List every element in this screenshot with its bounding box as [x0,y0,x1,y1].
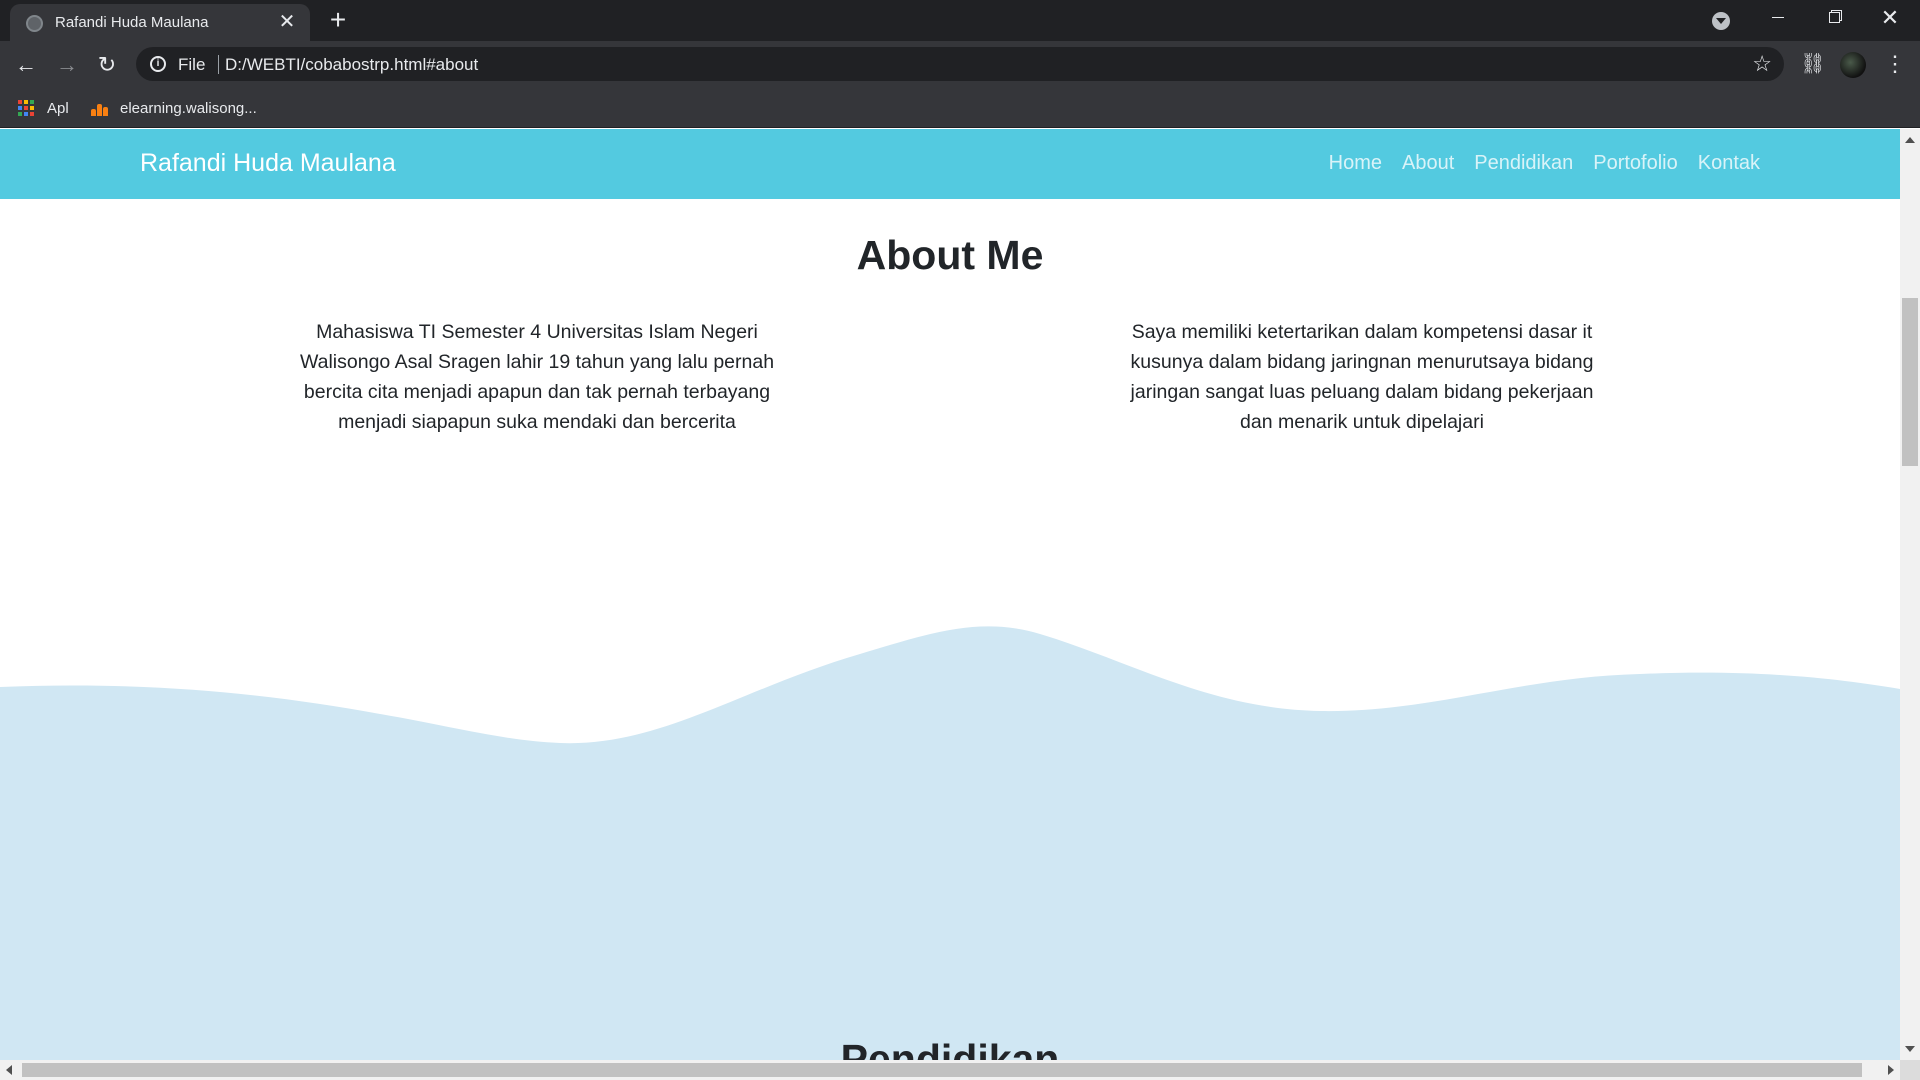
page-viewport: Rafandi Huda Maulana Home About Pendidik… [0,129,1900,1060]
horizontal-scroll-thumb[interactable] [22,1063,1862,1077]
scroll-left-icon[interactable] [6,1065,12,1075]
globe-icon [26,15,43,32]
scheme-label: File [178,55,206,74]
reload-icon[interactable]: ↻ [91,49,123,81]
moodle-icon [90,100,110,116]
apps-grid-icon [18,99,35,117]
url-text[interactable]: D:/WEBTI/cobabostrp.html#about [225,55,478,75]
bookmark-apps[interactable]: Apl [18,96,69,120]
tab-search-icon[interactable] [1712,12,1730,30]
kebab-menu-icon[interactable]: ⋮ [1880,49,1910,79]
tab-title: Rafandi Huda Maulana [55,14,209,31]
minimize-button[interactable] [1750,0,1806,36]
site-nav-links: Home About Pendidikan Portofolio Kontak [1329,152,1760,175]
site-navbar: Rafandi Huda Maulana Home About Pendidik… [0,129,1900,199]
bookmark-elearning[interactable]: elearning.walisong... [90,96,257,120]
vertical-scroll-thumb[interactable] [1902,298,1918,466]
nav-link-home[interactable]: Home [1329,152,1382,175]
browser-tabbar: Rafandi Huda Maulana ✕ + ✕ [0,0,1920,41]
browser-toolbar: ← → ↻ i File D:/WEBTI/cobabostrp.html#ab… [0,41,1920,88]
scrollbar-corner [1900,1060,1920,1080]
about-title: About Me [856,232,1044,278]
bookmark-label: Apl [47,99,69,117]
scheme-divider [218,55,219,74]
window-close-button[interactable]: ✕ [1862,0,1918,36]
pendidikan-title: Pendidikan [840,1036,1060,1060]
browser-tab[interactable]: Rafandi Huda Maulana ✕ [10,4,310,41]
extensions-puzzle-icon[interactable]: ⛓ [1798,49,1828,79]
vertical-scrollbar[interactable] [1900,129,1920,1060]
about-right-text: Saya memiliki ketertarikan dalam kompete… [1130,321,1594,433]
nav-link-portofolio[interactable]: Portofolio [1593,152,1678,175]
info-icon[interactable]: i [150,56,166,72]
wave-shape [0,626,1900,1060]
close-tab-icon[interactable]: ✕ [276,11,298,33]
nav-link-kontak[interactable]: Kontak [1698,152,1760,175]
nav-link-about[interactable]: About [1402,152,1454,175]
bookmark-star-icon[interactable]: ☆ [1752,51,1772,77]
nav-link-pendidikan[interactable]: Pendidikan [1474,152,1573,175]
scroll-down-icon[interactable] [1905,1046,1915,1052]
about-left-text: Mahasiswa TI Semester 4 Universitas Isla… [299,321,775,433]
forward-arrow-icon[interactable]: → [51,49,83,81]
back-arrow-icon[interactable]: ← [10,49,42,81]
address-bar[interactable]: i File D:/WEBTI/cobabostrp.html#about ☆ [136,47,1784,81]
new-tab-button[interactable]: + [325,6,351,34]
restore-button[interactable] [1806,0,1862,36]
scroll-right-icon[interactable] [1888,1065,1894,1075]
scroll-up-icon[interactable] [1905,137,1915,143]
profile-avatar[interactable] [1840,52,1866,78]
bookmark-label: elearning.walisong... [120,99,257,117]
site-brand[interactable]: Rafandi Huda Maulana [140,149,396,178]
horizontal-scrollbar[interactable] [0,1060,1900,1080]
bookmarks-bar: Apl elearning.walisong... [0,88,1920,128]
